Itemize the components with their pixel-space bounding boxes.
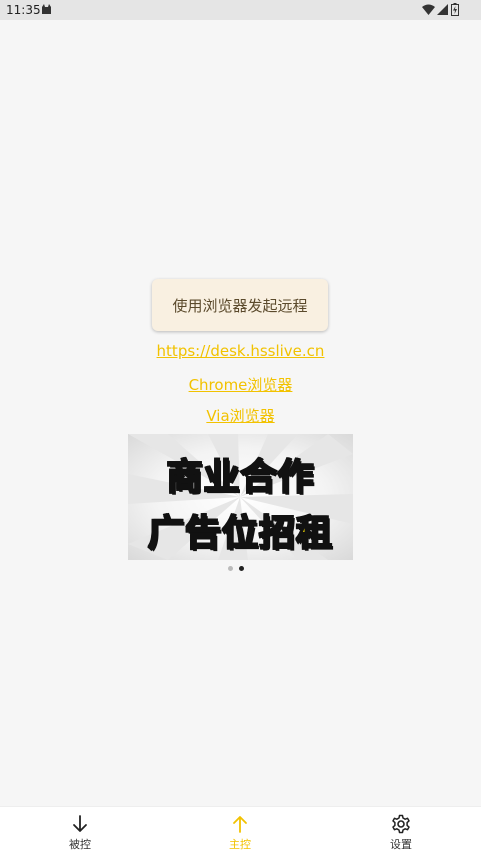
battery-icon	[451, 3, 459, 16]
gear-icon	[392, 814, 410, 834]
nav-item-master[interactable]: 主控	[200, 807, 280, 856]
nav-label-master: 主控	[229, 838, 251, 851]
notification-icon	[42, 4, 51, 14]
status-time: 11:35	[6, 3, 41, 17]
signal-icon	[437, 4, 448, 15]
banner-line-2: 广告位招租	[147, 512, 333, 555]
arrow-up-icon	[233, 816, 247, 833]
wifi-icon	[422, 4, 435, 15]
nav-label-settings: 设置	[390, 838, 412, 851]
arrow-down-icon	[73, 815, 87, 832]
banner-line-1: 商业合作	[165, 456, 315, 499]
nav-item-controlled[interactable]: 被控	[40, 807, 120, 856]
via-browser-link[interactable]: Via浏览器	[0, 405, 481, 426]
nav-item-settings[interactable]: 设置	[361, 807, 441, 856]
carousel-dot-active[interactable]	[239, 566, 244, 571]
bottom-navigation: 被控 主控 设置	[0, 806, 481, 856]
carousel-indicator	[228, 566, 248, 572]
chrome-browser-link[interactable]: Chrome浏览器	[0, 374, 481, 395]
browser-remote-button[interactable]: 使用浏览器发起远程	[152, 279, 328, 331]
carousel-dot[interactable]	[228, 566, 233, 571]
hsslive-url-link[interactable]: https://desk.hsslive.cn	[0, 342, 481, 360]
ad-banner[interactable]: 商业合作 广告位招租	[128, 434, 353, 560]
browser-remote-button-label: 使用浏览器发起远程	[172, 296, 308, 315]
status-bar: 11:35	[0, 0, 481, 20]
nav-label-controlled: 被控	[69, 838, 91, 851]
